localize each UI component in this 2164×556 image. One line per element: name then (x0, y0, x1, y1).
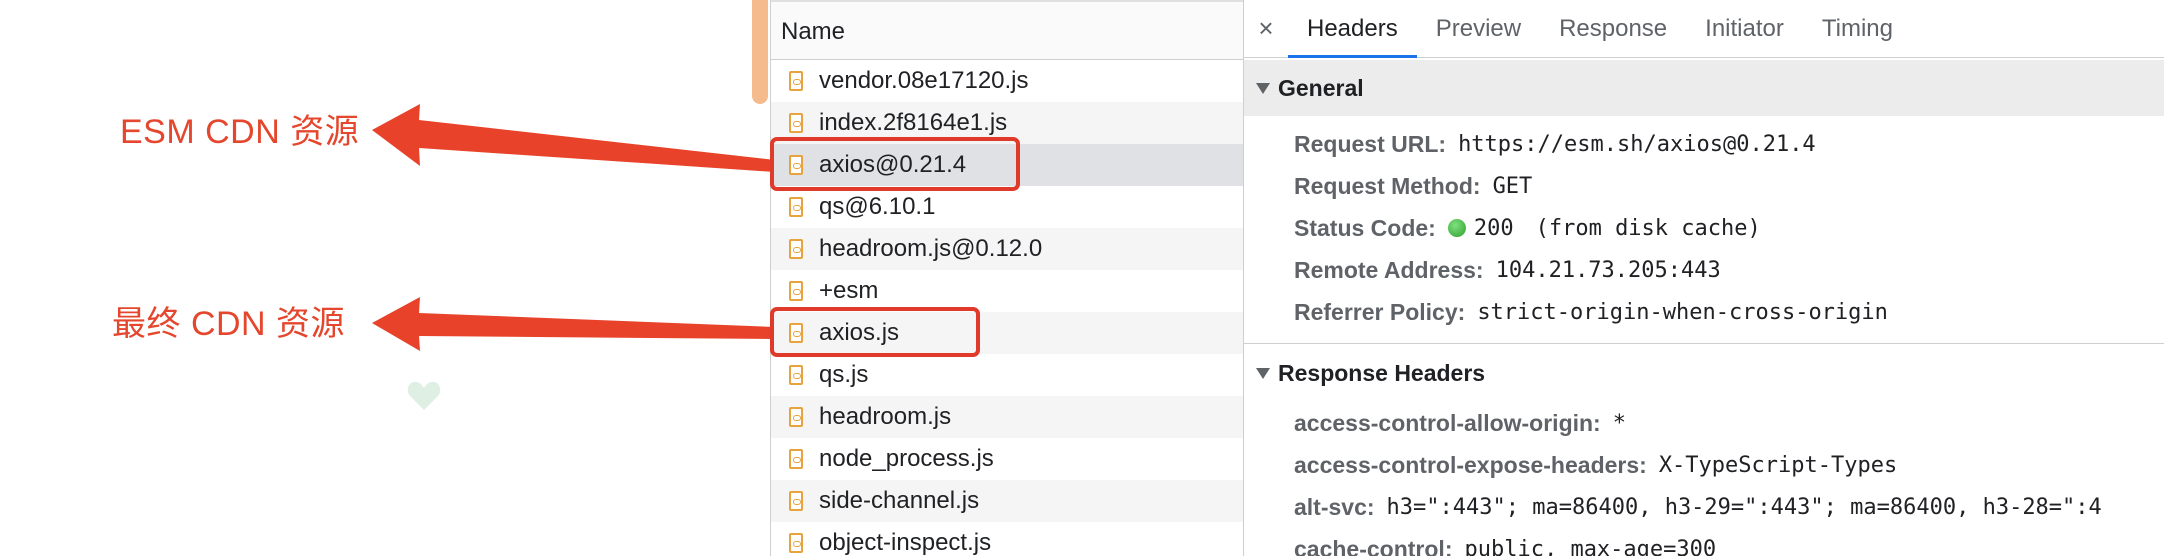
tab-response[interactable]: Response (1540, 0, 1686, 57)
js-file-icon (789, 365, 803, 385)
header-value: https://esm.sh/axios@0.21.4 (1458, 131, 1816, 157)
header-key: access-control-expose-headers: (1294, 451, 1647, 478)
request-name: headroom.js (819, 403, 952, 430)
response-headers-title: Response Headers (1278, 359, 1486, 386)
general-section-title: General (1278, 74, 1364, 101)
header-value: 104.21.73.205:443 (1495, 257, 1721, 283)
header-value: strict-origin-when-cross-origin (1477, 299, 1888, 325)
header-key: cache-control: (1294, 535, 1453, 556)
tab-preview[interactable]: Preview (1417, 0, 1540, 57)
general-row-referrer-policy: Referrer Policy: strict-origin-when-cros… (1244, 291, 2164, 333)
expand-triangle-icon (1256, 367, 1270, 379)
js-file-icon (789, 491, 803, 511)
request-name: qs.js (819, 361, 869, 388)
tab-initiator[interactable]: Initiator (1686, 0, 1803, 57)
js-file-icon (789, 113, 803, 133)
header-value: X-TypeScript-Types (1658, 452, 1898, 478)
status-value-group: 200 (from disk cache) (1474, 216, 1761, 241)
annotation-esm-cdn: ESM CDN 资源 (120, 113, 360, 151)
header-value: GET (1492, 173, 1533, 199)
js-file-icon (789, 281, 803, 301)
close-icon[interactable]: × (1244, 0, 1288, 57)
request-name: qs@6.10.1 (819, 193, 936, 220)
header-value: h3=":443"; ma=86400, h3-29=":443"; ma=86… (1386, 494, 2102, 520)
general-row-request-method: Request Method: GET (1244, 165, 2164, 207)
header-value: public, max-age=300 (1464, 536, 1717, 556)
js-file-icon (789, 533, 803, 553)
general-row-status-code: Status Code: 200 (from disk cache) (1244, 207, 2164, 249)
status-ok-icon (1447, 219, 1466, 237)
page-scrollbar-thumb[interactable] (752, 0, 768, 104)
js-file-icon (789, 449, 803, 469)
request-detail-panel: × Headers Preview Response Initiator Tim… (1244, 0, 2164, 556)
status-code-note: (from disk cache) (1535, 215, 1761, 241)
tab-headers[interactable]: Headers (1288, 0, 1417, 58)
request-name: +esm (819, 277, 879, 304)
request-row-axios-esm[interactable]: axios@0.21.4 (771, 144, 1243, 186)
request-name: axios@0.21.4 (819, 151, 967, 178)
header-key: alt-svc: (1294, 493, 1375, 520)
response-header-row: access-control-allow-origin: * (1244, 402, 2164, 444)
header-value: * (1612, 410, 1626, 436)
header-key: Request URL: (1294, 130, 1447, 157)
header-key: Request Method: (1294, 172, 1481, 199)
js-file-icon (789, 155, 803, 175)
tab-timing[interactable]: Timing (1803, 0, 1912, 57)
request-name: node_process.js (819, 445, 994, 472)
general-row-remote-address: Remote Address: 104.21.73.205:443 (1244, 249, 2164, 291)
header-key: Status Code: (1294, 214, 1436, 241)
expand-triangle-icon (1256, 82, 1270, 94)
name-column-header[interactable]: Name (771, 0, 1243, 60)
request-row-axios-js[interactable]: axios.js (771, 312, 1243, 354)
request-name: object-inspect.js (819, 529, 992, 556)
js-file-icon (789, 197, 803, 217)
header-key: Remote Address: (1294, 256, 1484, 283)
request-list: vendor.08e17120.js index.2f8164e1.js axi… (771, 60, 1243, 556)
general-section-toggle[interactable]: General (1244, 60, 2164, 116)
request-row-object-inspect[interactable]: object-inspect.js (771, 522, 1243, 556)
request-row-vendor[interactable]: vendor.08e17120.js (771, 60, 1243, 102)
request-name: headroom.js@0.12.0 (819, 235, 1043, 262)
request-name: axios.js (819, 319, 900, 346)
js-file-icon (789, 239, 803, 259)
request-name: vendor.08e17120.js (819, 67, 1029, 94)
request-name: side-channel.js (819, 487, 980, 514)
response-header-row: cache-control: public, max-age=300 (1244, 528, 2164, 556)
request-row-side-channel[interactable]: side-channel.js (771, 480, 1243, 522)
request-row-plus-esm[interactable]: +esm (771, 270, 1243, 312)
detail-tab-bar: × Headers Preview Response Initiator Tim… (1244, 0, 2164, 58)
request-name: index.2f8164e1.js (819, 109, 1008, 136)
status-code-value: 200 (1473, 215, 1514, 241)
request-row-headroom-esm[interactable]: headroom.js@0.12.0 (771, 228, 1243, 270)
annotation-final-cdn: 最终 CDN 资源 (112, 305, 346, 343)
response-header-row: access-control-expose-headers: X-TypeScr… (1244, 444, 2164, 486)
response-header-row: alt-svc: h3=":443"; ma=86400, h3-29=":44… (1244, 486, 2164, 528)
header-key: access-control-allow-origin: (1294, 409, 1601, 436)
js-file-icon (789, 407, 803, 427)
header-key: Referrer Policy: (1294, 298, 1466, 325)
response-headers-section-toggle[interactable]: Response Headers (1244, 343, 2164, 402)
js-file-icon (789, 71, 803, 91)
request-row-headroom-js[interactable]: headroom.js (771, 396, 1243, 438)
heart-icon (407, 381, 441, 410)
request-row-index[interactable]: index.2f8164e1.js (771, 102, 1243, 144)
arrow-to-axios-js (372, 297, 775, 351)
js-file-icon (789, 323, 803, 343)
general-row-request-url: Request URL: https://esm.sh/axios@0.21.4 (1244, 123, 2164, 165)
request-row-qs-esm[interactable]: qs@6.10.1 (771, 186, 1243, 228)
arrow-to-axios-esm (372, 104, 775, 172)
request-row-qs-js[interactable]: qs.js (771, 354, 1243, 396)
network-name-column: Name vendor.08e17120.js index.2f8164e1.j… (770, 0, 1245, 556)
request-row-node-process[interactable]: node_process.js (771, 438, 1243, 480)
